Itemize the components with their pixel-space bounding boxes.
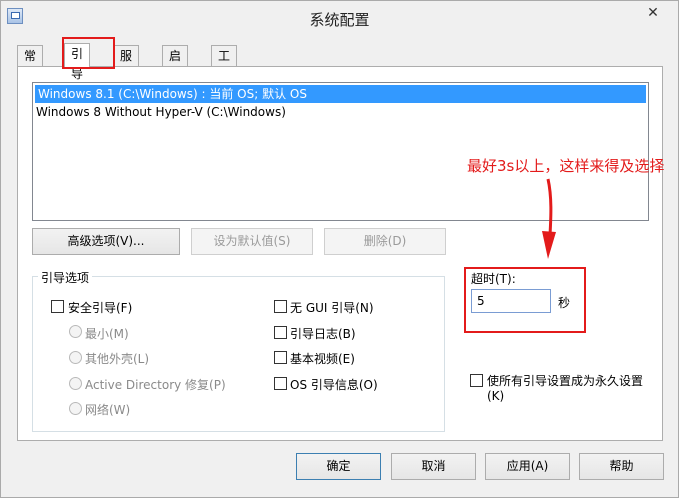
boot-log-checkbox[interactable] <box>274 326 287 339</box>
title-bar: 系统配置 ✕ <box>1 1 678 33</box>
set-default-button[interactable]: 设为默认值(S) <box>191 228 313 255</box>
alternate-shell-radio[interactable] <box>69 351 82 364</box>
active-directory-radio[interactable] <box>69 377 82 390</box>
close-button[interactable]: ✕ <box>636 3 670 23</box>
minimal-label: 最小(M) <box>85 327 129 341</box>
base-video-label: 基本视频(E) <box>290 352 355 366</box>
minimal-radio[interactable] <box>69 325 82 338</box>
make-permanent-label: 使所有引导设置成为永久设置 <box>487 374 644 388</box>
safe-boot-checkbox[interactable] <box>51 300 64 313</box>
window-title: 系统配置 <box>309 11 370 29</box>
no-gui-boot-checkbox[interactable] <box>274 300 287 313</box>
tab-tools[interactable]: 工具 <box>211 45 238 83</box>
timeout-unit: 秒 <box>558 296 571 310</box>
system-config-window: 系统配置 ✕ 常规 引导 服务 启动 工具 Windows 8.1 (C:\Wi… <box>0 0 679 498</box>
alternate-shell-label: 其他外壳(L) <box>85 352 150 366</box>
apply-button[interactable]: 应用(A) <box>485 453 570 480</box>
make-permanent-label-key: (K) <box>487 389 505 403</box>
tab-boot[interactable]: 引导 <box>64 43 91 81</box>
help-button[interactable]: 帮助 <box>579 453 664 480</box>
os-boot-info-checkbox[interactable] <box>274 377 287 390</box>
annotation-text: 最好3s以上，这样来得及选择 <box>467 157 665 175</box>
tab-startup[interactable]: 启动 <box>162 45 189 83</box>
network-radio[interactable] <box>69 402 82 415</box>
tab-general[interactable]: 常规 <box>17 45 44 83</box>
active-directory-label: Active Directory 修复(P) <box>85 378 226 392</box>
cancel-button[interactable]: 取消 <box>391 453 476 480</box>
ok-button[interactable]: 确定 <box>296 453 381 480</box>
advanced-options-button[interactable]: 高级选项(V)... <box>32 228 180 255</box>
os-item[interactable]: Windows 8 Without Hyper-V (C:\Windows) <box>33 103 648 121</box>
no-gui-boot-label: 无 GUI 引导(N) <box>290 301 374 315</box>
timeout-input[interactable]: 5 <box>471 289 551 313</box>
make-permanent-checkbox[interactable] <box>470 374 483 387</box>
delete-button[interactable]: 删除(D) <box>324 228 446 255</box>
tab-services[interactable]: 服务 <box>113 45 140 83</box>
network-label: 网络(W) <box>85 403 131 417</box>
timeout-label: 超时(T): <box>471 272 516 286</box>
os-boot-info-label: OS 引导信息(O) <box>290 378 378 392</box>
base-video-checkbox[interactable] <box>274 351 287 364</box>
boot-log-label: 引导日志(B) <box>290 327 356 341</box>
safe-boot-label: 安全引导(F) <box>68 301 133 315</box>
annotation-arrow-icon <box>542 178 556 259</box>
boot-options-label: 引导选项 <box>38 269 93 286</box>
os-item-selected[interactable]: Windows 8.1 (C:\Windows) : 当前 OS; 默认 OS <box>35 85 646 103</box>
